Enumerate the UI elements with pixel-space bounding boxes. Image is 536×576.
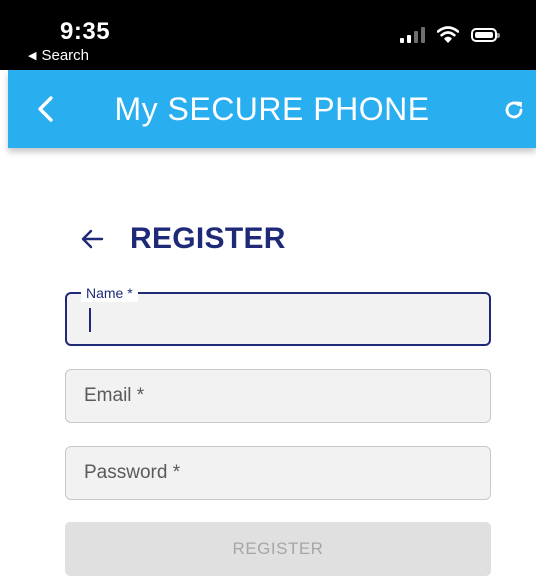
register-back-button[interactable] [80, 225, 108, 253]
back-to-search-label: Search [41, 47, 89, 64]
arrow-left-icon [81, 229, 104, 249]
status-time: 9:35 [60, 18, 111, 45]
refresh-button[interactable] [498, 94, 530, 126]
password-field-label: Password * [84, 462, 181, 483]
signal-icon [400, 26, 425, 43]
back-triangle-icon: ◀ [28, 50, 37, 62]
register-header: REGISTER [80, 222, 286, 256]
text-caret [89, 308, 91, 332]
page-title: REGISTER [130, 222, 286, 255]
back-to-search-link[interactable]: ◀ Search [28, 47, 89, 64]
app-bar: My SECURE PHONE [8, 70, 536, 148]
status-bar: 9:35 ◀ Search [0, 0, 536, 70]
email-field-label: Email * [84, 385, 145, 406]
password-field[interactable]: Password * [65, 446, 491, 500]
register-button[interactable]: REGISTER [65, 522, 491, 576]
app-title: My SECURE PHONE [114, 91, 430, 127]
wifi-icon [437, 26, 459, 43]
battery-icon [471, 27, 500, 42]
status-icons [400, 26, 500, 43]
refresh-icon [505, 101, 523, 119]
email-field[interactable]: Email * [65, 369, 491, 423]
name-field[interactable]: Name * [65, 284, 491, 346]
name-field-label: Name * [81, 284, 138, 302]
